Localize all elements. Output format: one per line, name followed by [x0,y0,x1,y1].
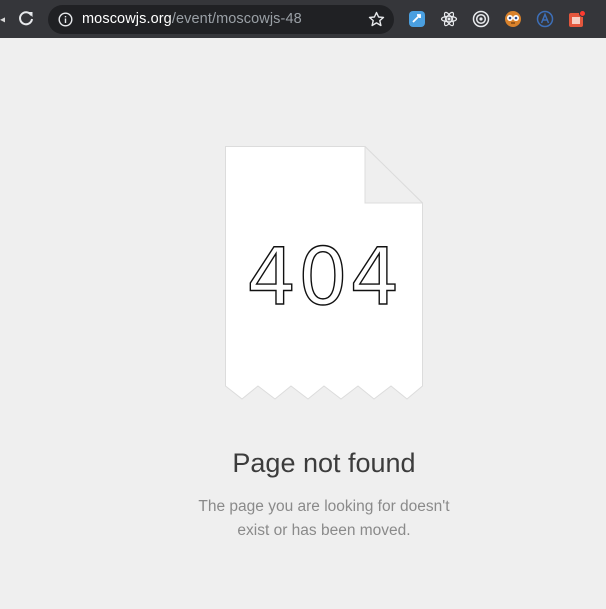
star-icon[interactable] [368,11,385,28]
description-line-1: The page you are looking for doesn't [198,498,450,515]
reload-icon[interactable] [16,9,36,29]
notification-extension-icon[interactable] [568,10,586,28]
extension-icon[interactable] [408,10,426,28]
target-icon[interactable] [472,10,490,28]
back-arrow-icon[interactable]: ◂ [0,12,5,26]
error-description: The page you are looking for doesn't exi… [0,495,606,543]
address-bar[interactable]: moscowjs.org/event/moscowjs-48 [48,5,394,34]
url-host: moscowjs.org [82,11,172,27]
error-code: 404 [246,233,402,323]
description-line-2: exist or has been moved. [237,522,411,539]
owl-icon[interactable] [504,10,522,28]
url-text[interactable]: moscowjs.org/event/moscowjs-48 [82,11,302,28]
a-badge-icon[interactable] [536,10,554,28]
browser-toolbar: ◂ moscowjs.org/event/moscowjs-48 [0,0,606,38]
react-devtools-icon[interactable] [440,10,458,28]
page-title: Page not found [232,448,416,478]
url-path: /event/moscowjs-48 [171,11,302,27]
info-icon[interactable] [58,12,73,27]
